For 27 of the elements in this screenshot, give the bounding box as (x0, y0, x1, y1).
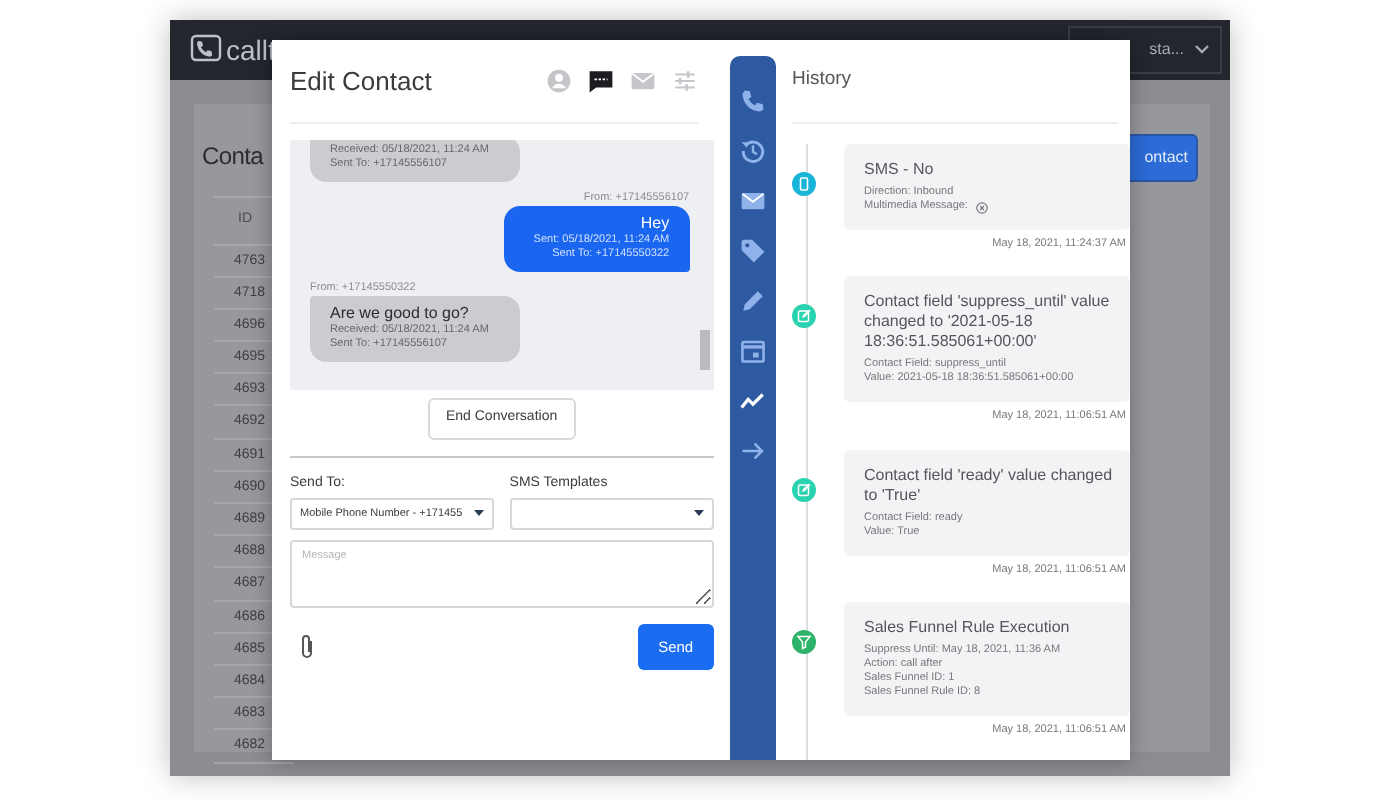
envelope-tab[interactable] (629, 68, 656, 94)
arrow-right-nav-button[interactable] (739, 438, 766, 464)
calendar-nav-button[interactable] (739, 338, 766, 364)
message-text: Hey (638, 214, 670, 234)
history-nav-button[interactable] (739, 138, 766, 164)
history-title: History (792, 40, 1118, 124)
phone-logo-icon (190, 34, 222, 66)
close-circle-icon[interactable] (975, 201, 988, 213)
envelope-nav-button[interactable] (739, 188, 766, 214)
caret-icon (693, 510, 704, 518)
history-item-title: Contact field 'suppress_until' value changed to '2021-05-18 18:36:51.585061+00:00' (864, 292, 1112, 353)
chevron-down-icon (1194, 44, 1210, 56)
person-tab[interactable] (545, 68, 572, 94)
tag-nav-button[interactable] (739, 238, 766, 264)
dialog-title: Edit Contact (290, 63, 432, 100)
line-chart-nav-button[interactable] (739, 388, 766, 414)
history-item-title: Sales Funnel Rule Execution (864, 617, 1072, 638)
chat-tab[interactable] (587, 68, 614, 94)
phone-nav-button[interactable] (739, 88, 766, 114)
caret-icon (473, 510, 484, 518)
paperclip-icon[interactable] (298, 634, 316, 661)
sliders-tab[interactable] (671, 68, 698, 94)
history-item-title: Contact field 'ready' value changed to 'True' (864, 465, 1115, 505)
history-item-title: SMS - No (864, 160, 936, 180)
message-text: Are we good to go? (330, 304, 471, 324)
pencil-nav-button[interactable] (739, 288, 766, 314)
page-heading: Conta (202, 140, 264, 174)
